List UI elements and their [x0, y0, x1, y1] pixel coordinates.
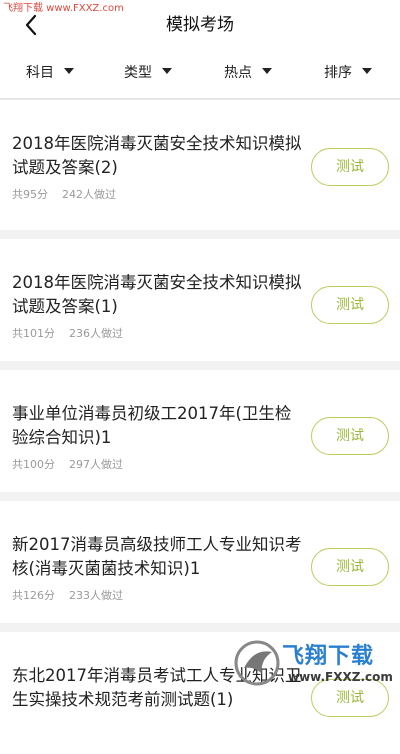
test-button[interactable]: 测试	[311, 417, 389, 455]
exam-score: 共95分	[12, 188, 48, 201]
list-item[interactable]: 2018年医院消毒灭菌安全技术知识模拟试题及答案(2) 共95分 242人做过 测…	[0, 100, 400, 230]
chevron-left-icon	[25, 14, 37, 36]
exam-score: 共126分	[12, 589, 55, 602]
triangle-down-icon	[262, 68, 272, 74]
watermark-top: 飞翔下载 www.FXXZ.com	[3, 3, 124, 14]
exam-count: 242人做过	[62, 188, 116, 201]
watermark-bottom: 飞翔下载 www.FXXZ.com	[232, 634, 393, 696]
watermark-logo-icon	[234, 640, 280, 686]
filter-label: 类型	[124, 65, 152, 81]
filter-subject[interactable]: 科目	[26, 50, 74, 96]
back-button[interactable]	[20, 12, 44, 38]
list-item[interactable]: 事业单位消毒员初级工2017年(卫生检验综合知识)1 共100分 297人做过 测…	[0, 370, 400, 492]
test-button[interactable]: 测试	[311, 148, 389, 186]
triangle-down-icon	[64, 68, 74, 74]
exam-score: 共101分	[12, 327, 55, 340]
filter-bar: 科目 类型 热点 排序	[0, 50, 400, 99]
exam-title: 事业单位消毒员初级工2017年(卫生检验综合知识)1	[12, 404, 292, 447]
exam-title: 2018年医院消毒灭菌安全技术知识模拟试题及答案(2)	[12, 134, 302, 177]
watermark-url: www.FXXZ.com	[288, 670, 393, 684]
exam-count: 233人做过	[69, 589, 123, 602]
list-item[interactable]: 2018年医院消毒灭菌安全技术知识模拟试题及答案(1) 共101分 236人做过 …	[0, 239, 400, 361]
filter-sort[interactable]: 排序	[324, 50, 372, 96]
exam-meta: 共100分 297人做过	[12, 456, 123, 472]
triangle-down-icon	[362, 68, 372, 74]
exam-title: 2018年医院消毒灭菌安全技术知识模拟试题及答案(1)	[12, 273, 302, 316]
filter-hot[interactable]: 热点	[224, 50, 272, 96]
exam-score: 共100分	[12, 458, 55, 471]
filter-type[interactable]: 类型	[124, 50, 172, 96]
list-item[interactable]: 新2017消毒员高级技师工人专业知识考核(消毒灭菌菌技术知识)1 共126分 23…	[0, 501, 400, 623]
triangle-down-icon	[162, 68, 172, 74]
exam-meta: 共126分 233人做过	[12, 587, 123, 603]
filter-label: 热点	[224, 65, 252, 81]
test-button[interactable]: 测试	[311, 286, 389, 324]
filter-label: 科目	[26, 65, 54, 81]
test-button[interactable]: 测试	[311, 548, 389, 586]
watermark-brand: 飞翔下载	[282, 644, 375, 669]
exam-meta: 共101分 236人做过	[12, 325, 123, 341]
exam-title: 新2017消毒员高级技师工人专业知识考核(消毒灭菌菌技术知识)1	[12, 535, 302, 578]
exam-meta: 共95分 242人做过	[12, 186, 116, 202]
exam-count: 236人做过	[69, 327, 123, 340]
exam-count: 297人做过	[69, 458, 123, 471]
filter-label: 排序	[324, 65, 352, 81]
